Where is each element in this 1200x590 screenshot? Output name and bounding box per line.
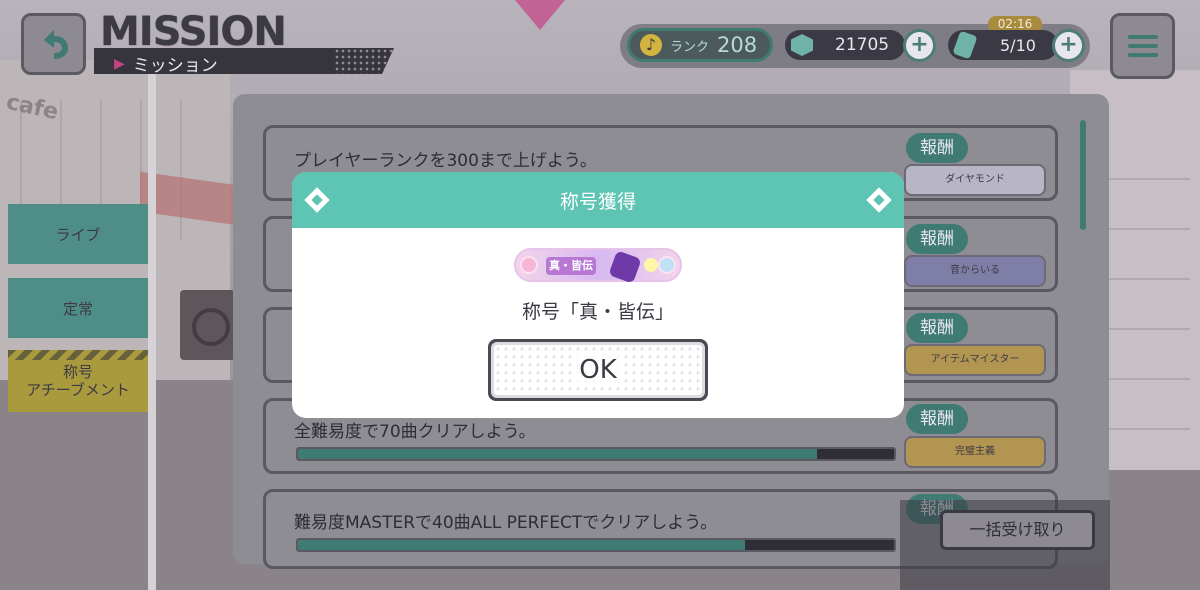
dialog-title: 称号獲得 (559, 190, 636, 213)
star-icon (608, 250, 642, 284)
acquired-title-name: 称号「真・皆伝」 (521, 301, 674, 323)
title-acquired-dialog: 称号獲得 真・皆伝 称号「真・皆伝」 OK (292, 172, 904, 418)
diamond-icon (304, 187, 330, 213)
ok-button[interactable]: OK (488, 339, 708, 401)
badge-text: 真・皆伝 (546, 257, 596, 275)
ok-label: OK (573, 355, 623, 385)
flower-icon (658, 256, 676, 274)
title-badge: 真・皆伝 (514, 248, 682, 284)
diamond-icon (866, 187, 892, 213)
sparkle-icon (644, 258, 658, 272)
flower-icon (520, 256, 538, 274)
dialog-header: 称号獲得 (292, 172, 904, 228)
